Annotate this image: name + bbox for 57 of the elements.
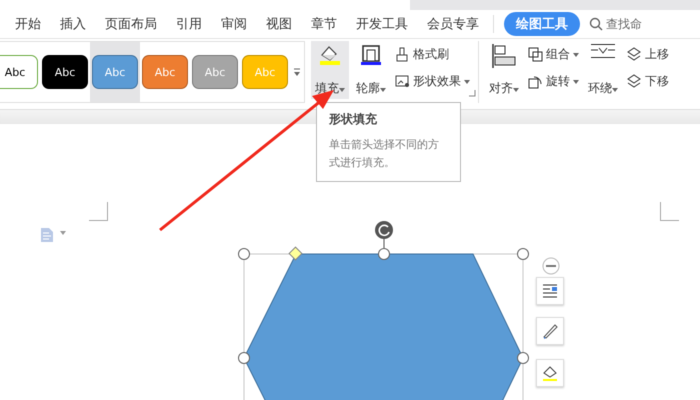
toolbar-button[interactable]: 旋转 [526, 72, 581, 91]
page-corner-mark [89, 202, 108, 221]
toolbar-button[interactable]: 下移 [625, 72, 671, 91]
layout-icon [541, 282, 559, 300]
float-button[interactable] [536, 359, 564, 387]
style-swatch[interactable]: Abc [0, 42, 40, 102]
tooltip-title: 形状填充 [329, 111, 378, 128]
caret-icon [60, 231, 66, 235]
pen-icon [541, 322, 559, 340]
search-field[interactable]: 查找命 [589, 16, 642, 32]
toolbar-button[interactable]: 环绕 [584, 41, 622, 99]
ribbon-tab[interactable]: 插入 [55, 13, 91, 35]
ribbon-tab[interactable]: 章节 [306, 13, 342, 35]
shape-effect-icon [395, 74, 410, 89]
style-preview: Abc [0, 55, 38, 89]
style-preview: Abc [192, 55, 238, 89]
ribbon-tab[interactable]: 开发工具 [351, 13, 413, 35]
style-preview: Abc [142, 55, 188, 89]
ribbon-tab[interactable]: 会员专享 [422, 13, 484, 35]
rotate-icon [528, 74, 543, 89]
tooltip-text: 单击箭头选择不同的方式进行填充。 [329, 137, 440, 171]
page-corner-mark [660, 202, 679, 221]
float-button[interactable] [536, 277, 564, 305]
fill-icon [541, 364, 559, 382]
resize-handle[interactable] [238, 248, 250, 260]
document-icon [40, 227, 54, 243]
toolbar-button[interactable]: 组合 [526, 45, 581, 64]
style-preview: Abc [42, 55, 88, 89]
float-button[interactable] [536, 317, 564, 345]
style-swatch[interactable]: Abc [40, 42, 90, 102]
collapse-icon[interactable] [542, 258, 560, 274]
expand-icon [293, 67, 301, 77]
resize-handle[interactable] [517, 352, 529, 364]
text-wrap-icon [590, 43, 616, 59]
brush-icon [395, 47, 410, 62]
style-preview: Abc [92, 55, 138, 89]
resize-handle[interactable] [517, 248, 529, 260]
resize-handle[interactable] [378, 248, 390, 260]
dialog-launcher-icon [469, 90, 476, 97]
toolbar-button[interactable]: 对齐 [485, 41, 523, 99]
ribbon-tab[interactable]: 视图 [261, 13, 297, 35]
search-icon [589, 17, 603, 31]
layer-down-icon [627, 74, 642, 89]
group-icon [528, 47, 543, 62]
align-icon [491, 43, 517, 69]
toolbar-button[interactable]: 上移 [625, 45, 671, 64]
toolbar-button[interactable]: 形状效果 [393, 72, 472, 91]
layer-up-icon [627, 47, 642, 62]
toolbar-button[interactable]: 轮廓 [352, 41, 390, 99]
rotate-handle[interactable] [375, 221, 393, 239]
ribbon-tab[interactable]: 开始 [10, 13, 46, 35]
toolbar-button[interactable]: 格式刷 [393, 45, 472, 64]
ribbon-tab[interactable]: 页面布局 [100, 13, 162, 35]
style-preview: Abc [242, 55, 288, 89]
ribbon-tab[interactable]: 引用 [171, 13, 207, 35]
resize-handle[interactable] [238, 352, 250, 364]
ribbon-tab[interactable]: 审阅 [216, 13, 252, 35]
